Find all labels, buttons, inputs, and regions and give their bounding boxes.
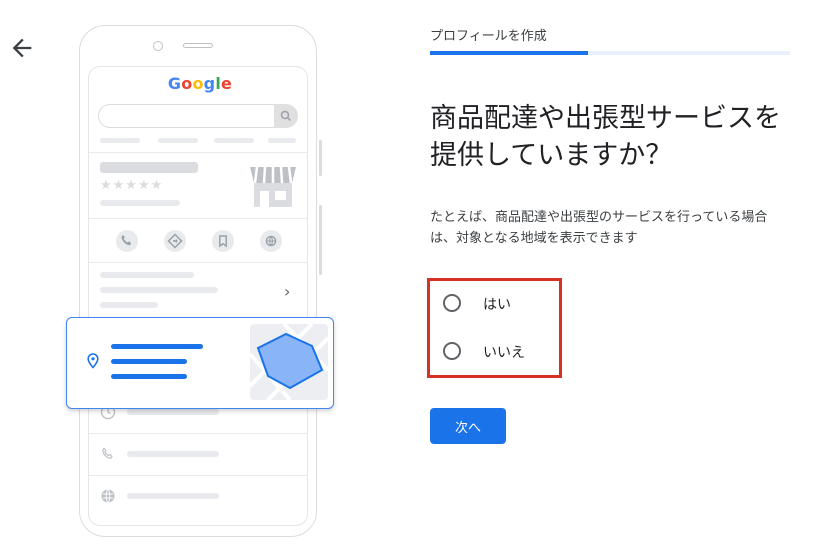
phone-icon (100, 446, 116, 462)
arrow-left-icon (12, 38, 32, 58)
radio-option-no[interactable]: いいえ (443, 340, 553, 364)
mock-text-line (127, 451, 219, 457)
mock-text-line (100, 287, 218, 293)
search-icon (280, 110, 292, 122)
mock-tab (268, 138, 296, 143)
google-logo-letter: o (181, 74, 193, 93)
bookmark-icon (212, 230, 234, 252)
mock-tab (158, 138, 198, 143)
page-title: 商品配達や出張型サービスを提供していますか？ (430, 103, 781, 171)
globe-icon (100, 488, 116, 504)
card-line (111, 344, 203, 349)
mock-tab (100, 138, 140, 143)
mock-search-button (274, 104, 298, 128)
directions-icon (164, 230, 186, 252)
store-icon (248, 163, 298, 209)
radio-option-yes[interactable]: はい (443, 292, 553, 316)
globe-icon (260, 230, 282, 252)
mock-search-box (98, 104, 296, 128)
mock-divider (89, 152, 307, 153)
radio-button[interactable] (443, 342, 461, 360)
chevron-right-icon: › (284, 282, 291, 301)
radio-label: いいえ (483, 345, 525, 361)
radio-button[interactable] (443, 294, 461, 312)
mock-divider (89, 475, 307, 476)
page-description: たとえば、商品配達や出張型のサービスを行っている場合は、対象となる地域を表示でき… (430, 210, 768, 246)
mock-divider (89, 218, 307, 219)
mock-text-line (100, 272, 194, 278)
radio-label: はい (483, 297, 511, 313)
phone-side-button (319, 205, 322, 275)
progress-bar (430, 51, 589, 55)
mock-text-line (127, 409, 219, 415)
next-button[interactable]: 次へ (430, 408, 506, 444)
mock-text-line (100, 200, 180, 206)
mock-text-line (127, 493, 219, 499)
phone-icon (116, 230, 138, 252)
mock-business-name (100, 162, 198, 173)
phone-speaker (183, 43, 213, 48)
map-icon (250, 324, 328, 400)
mock-tab (214, 138, 254, 143)
phone-camera (153, 41, 163, 51)
google-logo-letter: o (192, 74, 204, 93)
card-line (111, 359, 187, 364)
star-rating: ★★★★★ (100, 178, 164, 193)
card-line (111, 374, 187, 379)
mock-divider (89, 433, 307, 434)
google-logo-letter: G (167, 74, 182, 93)
google-logo: Google (150, 74, 250, 93)
map-pin-icon (86, 353, 100, 369)
phone-screen (88, 66, 308, 526)
back-button[interactable] (8, 34, 36, 62)
google-logo-letter: g (203, 74, 216, 93)
mock-text-line (100, 302, 158, 308)
breadcrumb: プロフィールを作成 (430, 29, 547, 44)
phone-side-button (319, 140, 322, 176)
mock-divider (89, 262, 307, 263)
google-logo-letter: e (221, 74, 233, 93)
